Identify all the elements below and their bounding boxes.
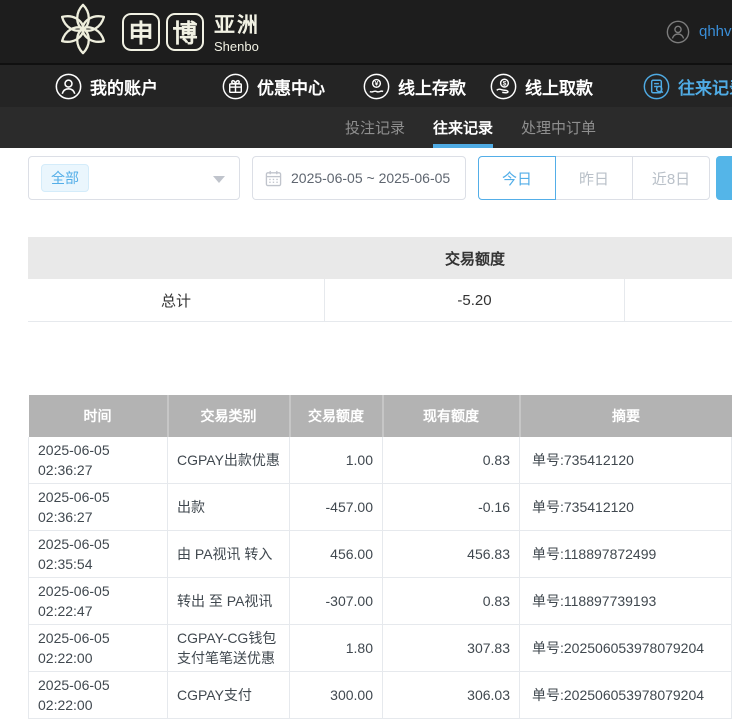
type-select-value: 全部: [41, 164, 89, 192]
summary-header-amount: 交易额度: [325, 248, 625, 269]
cell-summary: 单号:202506053978079204: [520, 625, 732, 672]
cell-amount: 300.00: [290, 672, 383, 719]
nav-item-my-account[interactable]: 我的账户: [55, 65, 158, 107]
column-header-balance: 现有额度: [383, 395, 520, 437]
cell-balance: -0.16: [383, 484, 520, 531]
tab-transaction-records[interactable]: 往来记录: [433, 107, 493, 148]
table-row: 2025-06-05 02:36:27 出款 -457.00 -0.16 单号:…: [29, 484, 732, 531]
summary-table: 交易额度 总计 -5.20: [28, 237, 732, 322]
cell-balance: 0.83: [383, 578, 520, 625]
nav-item-label: 线上存款: [398, 74, 466, 99]
cell-time: 2025-06-05 02:22:00: [29, 672, 168, 719]
calendar-icon: [265, 170, 282, 187]
username-text: qhhv: [699, 23, 732, 40]
cell-summary: 单号:118897872499: [520, 531, 732, 578]
quick-date-button-group: 今日 昨日 近8日: [478, 156, 710, 200]
table-row: 2025-06-05 02:36:27 CGPAY出款优惠 1.00 0.83 …: [29, 437, 732, 484]
svg-text:¥: ¥: [375, 80, 379, 87]
summary-total-value: -5.20: [325, 279, 625, 321]
cell-time: 2025-06-05 02:35:54: [29, 531, 168, 578]
table-row: 2025-06-05 02:22:00 CGPAY支付 300.00 306.0…: [29, 672, 732, 719]
logo-char-bo: 博: [166, 13, 204, 51]
summary-total-label: 总计: [28, 279, 325, 321]
date-range-input[interactable]: 2025-06-05 ~ 2025-06-05: [252, 156, 466, 200]
table-header-row: 时间 交易类别 交易额度 现有额度 摘要: [29, 395, 732, 437]
nav-item-label: 优惠中心: [257, 74, 325, 99]
brand-logo[interactable]: 申 博 亚洲 Shenbo: [52, 1, 260, 62]
cell-time: 2025-06-05 02:22:47: [29, 578, 168, 625]
table-row: 2025-06-05 02:22:00 CGPAY-CG钱包支付笔笔送优惠 1.…: [29, 625, 732, 672]
logo-char-shen: 申: [122, 13, 160, 51]
today-button[interactable]: 今日: [478, 156, 556, 200]
last-8-days-button[interactable]: 近8日: [632, 156, 710, 200]
summary-total-empty: [625, 279, 732, 321]
tab-betting-records[interactable]: 投注记录: [345, 107, 405, 148]
cell-balance: 307.83: [383, 625, 520, 672]
cell-time: 2025-06-05 02:22:00: [29, 625, 168, 672]
record-tabs: 投注记录 往来记录 处理中订单: [345, 107, 596, 148]
cell-amount: 1.80: [290, 625, 383, 672]
search-button[interactable]: [716, 156, 732, 200]
cell-type: 由 PA视讯 转入: [168, 531, 290, 578]
top-header-bar: 申 博 亚洲 Shenbo qhhv: [0, 0, 732, 63]
nav-item-label: 线上取款: [525, 74, 593, 99]
column-header-summary: 摘要: [520, 395, 732, 437]
table-row: 2025-06-05 02:35:54 由 PA视讯 转入 456.00 456…: [29, 531, 732, 578]
transaction-records-table: 时间 交易类别 交易额度 现有额度 摘要 2025-06-05 02:36:27…: [28, 395, 732, 719]
filter-toolbar: 全部 2025-06-05 ~ 2025-06-05 今日 昨日 近8日: [28, 156, 732, 200]
deposit-icon: ¥: [363, 73, 390, 100]
svg-text:$: $: [503, 80, 507, 87]
tab-pending-orders[interactable]: 处理中订单: [521, 107, 596, 148]
user-avatar-icon: [666, 20, 690, 44]
cell-balance: 456.83: [383, 531, 520, 578]
cell-type: 转出 至 PA视讯: [168, 578, 290, 625]
nav-item-deposit[interactable]: ¥ 线上存款: [363, 65, 466, 107]
sub-navigation-bar: 投注记录 往来记录 处理中订单: [0, 107, 732, 148]
nav-item-label: 往来记录: [678, 74, 732, 99]
nav-item-withdraw[interactable]: $ 线上取款: [490, 65, 593, 107]
cell-amount: 456.00: [290, 531, 383, 578]
user-account-area[interactable]: qhhv: [666, 0, 732, 63]
records-icon: [643, 73, 670, 100]
cell-summary: 单号:118897739193: [520, 578, 732, 625]
user-icon: [55, 73, 82, 100]
cell-amount: 1.00: [290, 437, 383, 484]
logo-region-text: 亚洲: [214, 9, 260, 39]
nav-item-promotions[interactable]: 优惠中心: [222, 65, 325, 107]
column-header-amount: 交易额度: [290, 395, 383, 437]
cell-type: CGPAY-CG钱包支付笔笔送优惠: [168, 625, 290, 672]
logo-subtitle-text: Shenbo: [214, 39, 260, 54]
cell-summary: 单号:735412120: [520, 437, 732, 484]
cell-balance: 306.03: [383, 672, 520, 719]
chevron-down-icon: [213, 176, 225, 183]
table-row: 2025-06-05 02:22:47 转出 至 PA视讯 -307.00 0.…: [29, 578, 732, 625]
column-header-time: 时间: [29, 395, 168, 437]
cell-time: 2025-06-05 02:36:27: [29, 437, 168, 484]
cell-time: 2025-06-05 02:36:27: [29, 484, 168, 531]
summary-header-row: 交易额度: [28, 237, 732, 279]
main-navigation-bar: 我的账户 优惠中心 ¥ 线上存款: [0, 63, 732, 107]
cell-amount: -307.00: [290, 578, 383, 625]
cell-summary: 单号:735412120: [520, 484, 732, 531]
gift-icon: [222, 73, 249, 100]
cell-summary: 单号:202506053978079204: [520, 672, 732, 719]
cell-type: 出款: [168, 484, 290, 531]
flower-logo-icon: [52, 1, 114, 62]
nav-item-transaction-records[interactable]: 往来记录: [643, 65, 732, 107]
type-select[interactable]: 全部: [28, 156, 240, 200]
cell-amount: -457.00: [290, 484, 383, 531]
cell-balance: 0.83: [383, 437, 520, 484]
nav-item-label: 我的账户: [90, 74, 158, 99]
date-range-value: 2025-06-05 ~ 2025-06-05: [291, 170, 450, 186]
column-header-type: 交易类别: [168, 395, 290, 437]
cell-type: CGPAY支付: [168, 672, 290, 719]
cell-type: CGPAY出款优惠: [168, 437, 290, 484]
summary-total-row: 总计 -5.20: [28, 279, 732, 322]
withdraw-icon: $: [490, 73, 517, 100]
yesterday-button[interactable]: 昨日: [555, 156, 633, 200]
